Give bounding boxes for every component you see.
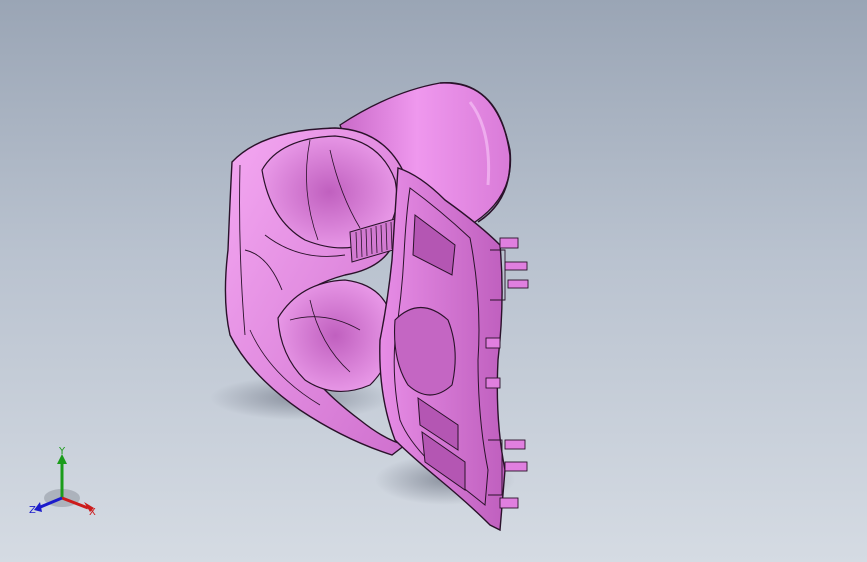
- axis-triad: Y X Z: [24, 446, 104, 526]
- x-axis-label: X: [89, 507, 96, 518]
- part-model[interactable]: [0, 0, 867, 562]
- y-axis-label: Y: [59, 446, 66, 457]
- graphics-viewport[interactable]: Y X Z: [0, 0, 867, 562]
- z-axis-label: Z: [29, 505, 36, 516]
